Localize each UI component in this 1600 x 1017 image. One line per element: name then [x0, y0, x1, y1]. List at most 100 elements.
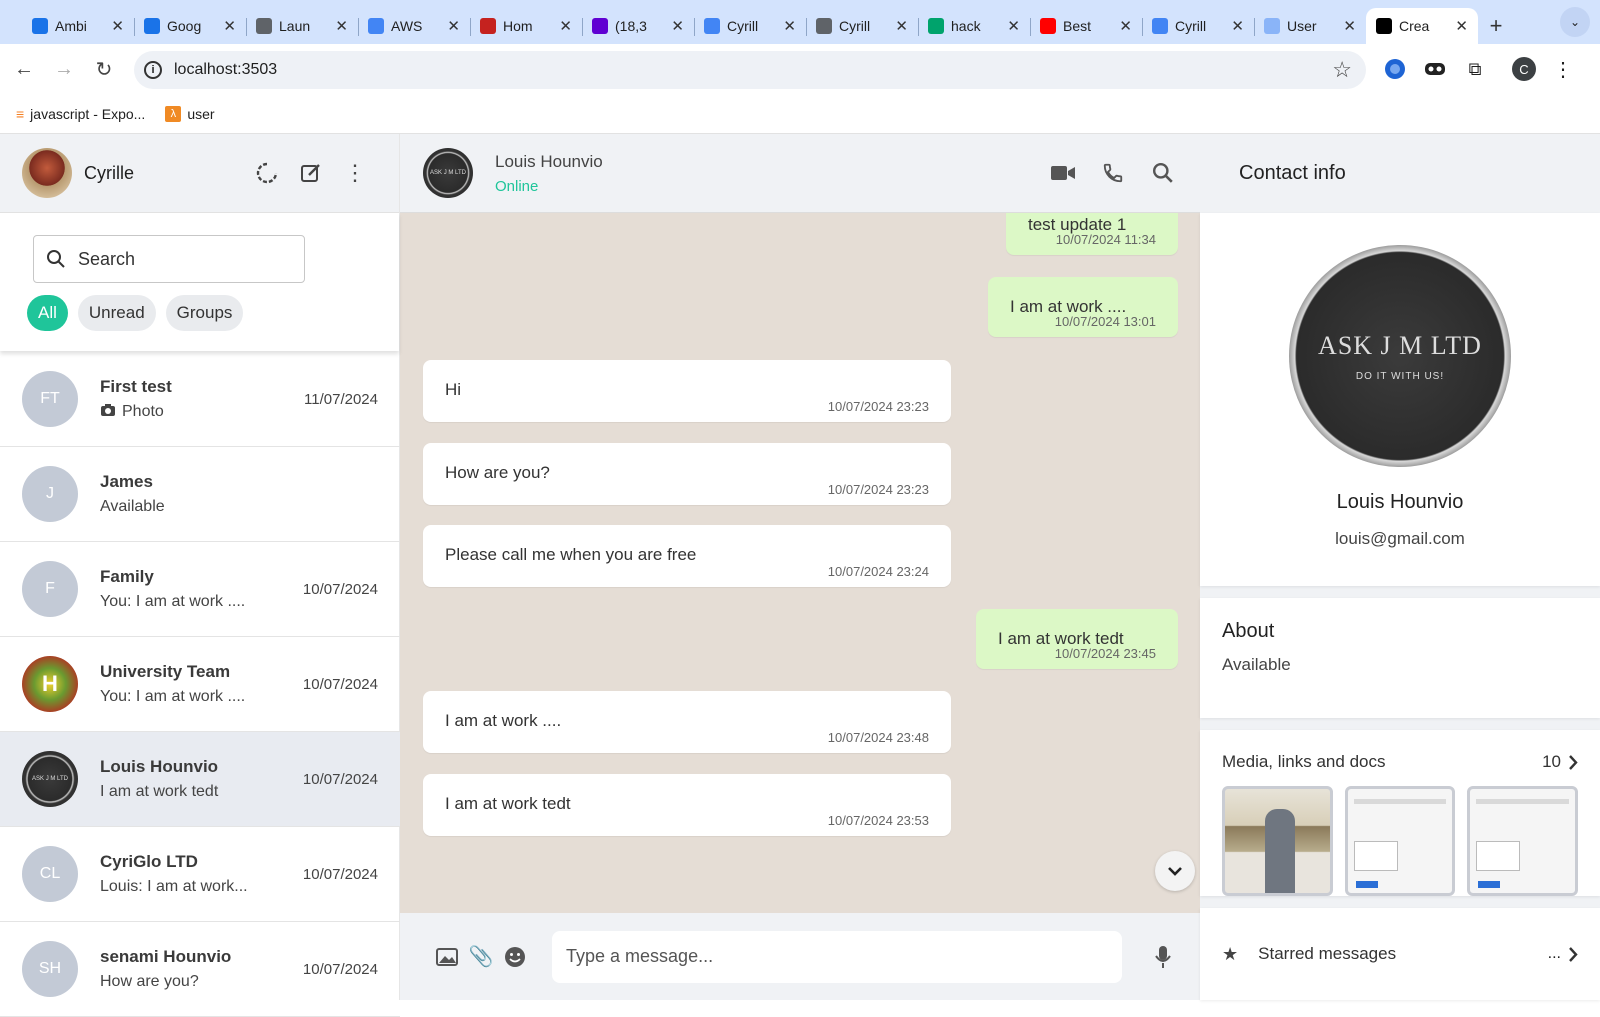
voice-call-icon[interactable]	[1099, 151, 1127, 195]
new-chat-icon[interactable]	[289, 151, 333, 195]
chat-list-item[interactable]: FT First test Photo 11/07/2024	[0, 352, 400, 447]
tab-close-icon[interactable]: ✕	[1007, 17, 1020, 35]
address-bar[interactable]: i localhost:3503 ☆	[134, 51, 1366, 89]
tab-close-icon[interactable]: ✕	[671, 17, 684, 35]
site-info-icon[interactable]: i	[144, 61, 162, 79]
contact-avatar[interactable]: ASK J M LTD	[423, 148, 473, 198]
browser-tab[interactable]: AWS ✕	[358, 8, 470, 44]
chat-list-item[interactable]: J James Available	[0, 447, 400, 542]
reload-button[interactable]: ↻	[84, 49, 124, 89]
tab-title: Best	[1063, 18, 1092, 34]
browser-tab[interactable]: hack ✕	[918, 8, 1030, 44]
bookmark-item[interactable]: λ user	[165, 105, 215, 122]
filter-groups[interactable]: Groups	[165, 295, 244, 331]
filter-all[interactable]: All	[27, 295, 68, 331]
tab-close-icon[interactable]: ✕	[447, 17, 460, 35]
chat-list-item[interactable]: CL CyriGlo LTD Louis: I am at work... 10/07…	[0, 827, 400, 922]
chevron-down-icon	[1168, 867, 1182, 876]
emoji-icon[interactable]	[498, 940, 532, 974]
media-thumbnail[interactable]	[1344, 786, 1456, 896]
browser-tab[interactable]: Laun ✕	[246, 8, 358, 44]
status-refresh-icon[interactable]	[245, 151, 289, 195]
tab-title: (18,3	[615, 18, 647, 34]
video-call-icon[interactable]	[1049, 151, 1077, 195]
tab-close-icon[interactable]: ✕	[783, 17, 796, 35]
new-tab-button[interactable]: +	[1478, 8, 1514, 44]
incoming-message[interactable]: Hi 10/07/2024 23:23	[423, 360, 951, 422]
bookmark-star-icon[interactable]: ☆	[1332, 57, 1352, 83]
globe-icon	[256, 18, 272, 34]
menu-icon[interactable]: ⋮	[333, 151, 377, 195]
browser-menu-icon[interactable]: ⋮	[1550, 56, 1576, 82]
profile-logo[interactable]: ASK J M LTD DO IT WITH US!	[1289, 245, 1511, 467]
microphone-icon[interactable]	[1146, 940, 1180, 974]
outgoing-message[interactable]: test update 1 10/07/2024 11:34	[1006, 213, 1178, 255]
compose-bar: 📎 Type a message...	[400, 913, 1200, 1000]
extension-mask-icon[interactable]	[1422, 56, 1448, 82]
contact-name[interactable]: Louis Hounvio	[495, 152, 1049, 172]
scroll-down-button[interactable]	[1155, 851, 1195, 891]
incoming-message[interactable]: Please call me when you are free 10/07/20…	[423, 525, 951, 587]
chat-list-item[interactable]: ASK J M LTD Louis Hounvio I am at work ted…	[0, 732, 400, 827]
browser-tab[interactable]: Best ✕	[1030, 8, 1142, 44]
browser-tab[interactable]: Ambi ✕	[22, 8, 134, 44]
tab-close-icon[interactable]: ✕	[1343, 17, 1356, 35]
chat-list-item[interactable]: F Family You: I am at work .... 10/07/2024	[0, 542, 400, 637]
browser-tab[interactable]: Cyrill ✕	[806, 8, 918, 44]
browser-tab[interactable]: Goog ✕	[134, 8, 246, 44]
browser-tab[interactable]: Cyrill ✕	[1142, 8, 1254, 44]
tab-close-icon[interactable]: ✕	[559, 17, 572, 35]
incoming-message[interactable]: I am at work .... 10/07/2024 23:48	[423, 691, 951, 753]
forward-button[interactable]: →	[44, 49, 84, 89]
incoming-message[interactable]: How are you? 10/07/2024 23:23	[423, 443, 951, 505]
profile-card: ASK J M LTD DO IT WITH US! Louis Hounvio…	[1200, 213, 1600, 586]
browser-tab[interactable]: Crea ✕	[1366, 8, 1478, 44]
tab-close-icon[interactable]: ✕	[111, 17, 124, 35]
browser-tab[interactable]: Cyrill ✕	[694, 8, 806, 44]
tab-close-icon[interactable]: ✕	[335, 17, 348, 35]
tab-close-icon[interactable]: ✕	[1231, 17, 1244, 35]
image-icon[interactable]	[430, 940, 464, 974]
tab-close-icon[interactable]: ✕	[223, 17, 236, 35]
tab-title: AWS	[391, 18, 423, 34]
outgoing-message[interactable]: I am at work .... 10/07/2024 13:01	[988, 277, 1178, 337]
tab-close-icon[interactable]: ✕	[1455, 17, 1468, 35]
chat-list: FT First test Photo 11/07/2024 J James Availab…	[0, 352, 400, 1017]
tab-search-button[interactable]: ⌄	[1560, 7, 1590, 37]
tab-strip: Ambi ✕ Goog ✕ Laun ✕ AWS ✕ Hom ✕ (18,3 ✕ Cyrill ✕ Cyri…	[0, 0, 1600, 44]
message-text: Hi	[445, 380, 462, 399]
media-header[interactable]: Media, links and docs 10	[1222, 752, 1578, 772]
filter-unread[interactable]: Unread	[77, 295, 156, 331]
mail-icon	[592, 18, 608, 34]
incoming-message[interactable]: I am at work tedt 10/07/2024 23:53	[423, 774, 951, 836]
outgoing-message[interactable]: I am at work tedt 10/07/2024 23:45	[976, 609, 1178, 669]
about-card: About Available	[1200, 598, 1600, 718]
chat-list-item[interactable]: H University Team You: I am at work .... 10…	[0, 637, 400, 732]
contact-info-panel: Contact info ASK J M LTD DO IT WITH US! …	[1200, 134, 1600, 1000]
user-avatar[interactable]	[22, 148, 72, 198]
profile-avatar[interactable]: C	[1512, 57, 1536, 81]
media-thumbnail[interactable]	[1222, 786, 1333, 896]
chat-name: CyriGlo LTD	[100, 852, 198, 871]
starred-messages-row[interactable]: ★ Starred messages ...	[1200, 908, 1600, 1000]
browser-tab[interactable]: (18,3 ✕	[582, 8, 694, 44]
tab-close-icon[interactable]: ✕	[1119, 17, 1132, 35]
message-input[interactable]: Type a message...	[552, 930, 1122, 983]
tab-close-icon[interactable]: ✕	[895, 17, 908, 35]
attachment-icon[interactable]: 📎	[464, 940, 498, 974]
bookmark-item[interactable]: ≡ javascript - Expo...	[16, 106, 145, 122]
extension-blue-icon[interactable]	[1382, 56, 1408, 82]
media-count: 10	[1542, 752, 1561, 771]
search-icon	[47, 250, 65, 268]
chat-list-item[interactable]: SH senami Hounvio How are you? 10/07/2024	[0, 922, 400, 1017]
chat-avatar: ASK J M LTD	[22, 751, 78, 807]
search-input[interactable]: Search	[33, 235, 305, 283]
browser-tab[interactable]: User ✕	[1254, 8, 1366, 44]
extensions-puzzle-icon[interactable]: ⧉	[1462, 56, 1488, 82]
media-thumbnail[interactable]	[1467, 786, 1579, 896]
browser-tab[interactable]: Hom ✕	[470, 8, 582, 44]
chat-avatar: H	[22, 656, 78, 712]
camera-icon	[100, 403, 116, 422]
search-messages-icon[interactable]	[1149, 151, 1177, 195]
back-button[interactable]: ←	[4, 49, 44, 89]
